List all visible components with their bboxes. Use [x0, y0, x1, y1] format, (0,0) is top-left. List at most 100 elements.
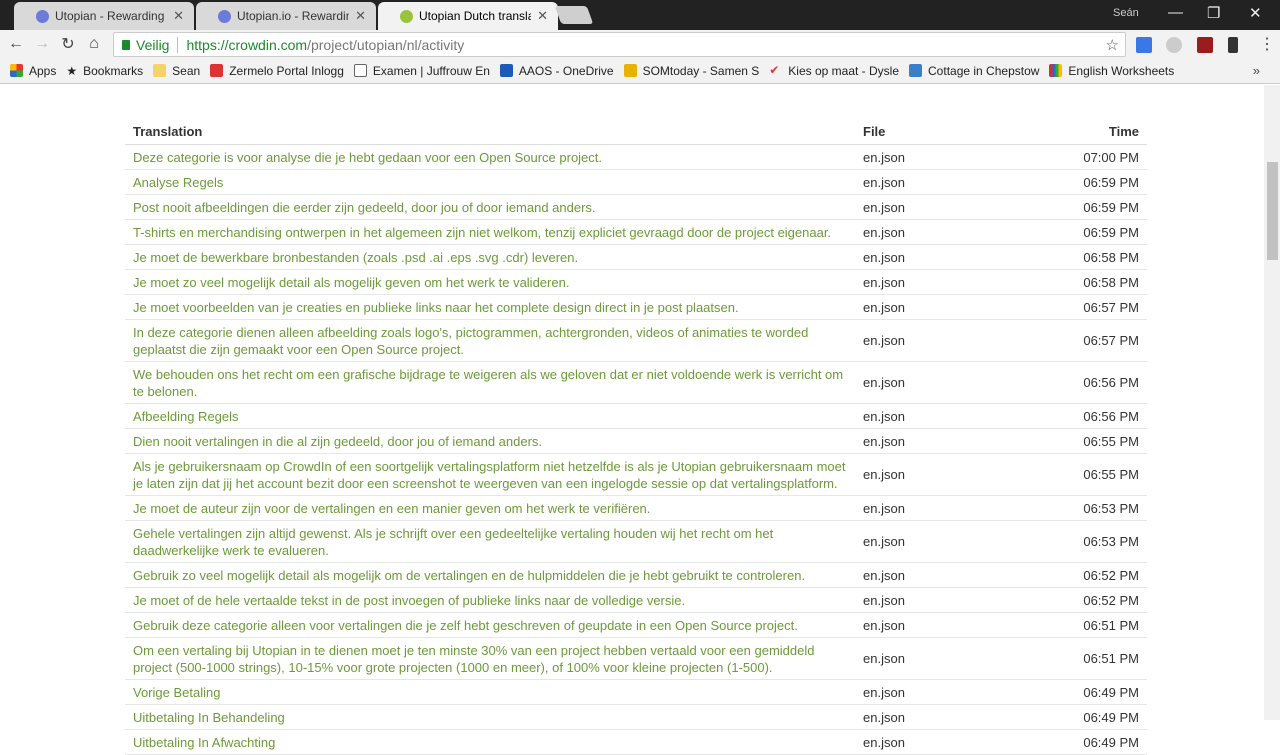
minimize-icon[interactable]: —: [1168, 4, 1183, 21]
url-host: https://crowdin.com: [186, 36, 308, 53]
translation-link[interactable]: Deze categorie is voor analyse die je he…: [125, 144, 855, 170]
translation-link[interactable]: Je moet de auteur zijn voor de vertaling…: [125, 495, 855, 521]
time-cell: 06:49 PM: [1005, 729, 1147, 755]
scrollbar-thumb[interactable]: [1267, 162, 1278, 260]
reload-icon[interactable]: ↻: [55, 34, 81, 54]
table-row: Je moet de bewerkbare bronbestanden (zoa…: [125, 244, 1147, 270]
url-path: /project/utopian/nl/activity: [307, 36, 465, 53]
close-window-icon[interactable]: ✕: [1249, 4, 1262, 22]
bookmark-onedrive[interactable]: AAOS - OneDrive: [499, 64, 614, 78]
bookmark-star-icon[interactable]: ☆: [1106, 36, 1119, 54]
restore-icon[interactable]: ❐: [1207, 4, 1220, 22]
bookmark-apps[interactable]: Apps: [10, 64, 56, 78]
menu-icon[interactable]: ⋮: [1254, 34, 1280, 54]
drive-extension-icon[interactable]: [1166, 37, 1182, 53]
close-tab-icon[interactable]: ✕: [355, 8, 366, 24]
translation-link[interactable]: In deze categorie dienen alleen afbeeldi…: [125, 319, 855, 362]
bookmark-somtoday[interactable]: SOMtoday - Samen S: [623, 64, 759, 78]
translation-link[interactable]: We behouden ons het recht om een grafisc…: [125, 361, 855, 404]
bookmark-english-worksheets[interactable]: English Worksheets: [1049, 64, 1174, 78]
close-tab-icon[interactable]: ✕: [537, 8, 548, 24]
divider: [177, 36, 179, 53]
home-icon[interactable]: ⌂: [81, 35, 107, 53]
somtoday-icon: [623, 64, 637, 77]
table-row: Deze categorie is voor analyse die je he…: [125, 144, 1147, 170]
time-cell: 06:59 PM: [1005, 219, 1147, 245]
file-name: en.json: [855, 562, 1005, 588]
header-file: File: [855, 119, 1005, 145]
phone-extension-icon[interactable]: [1228, 37, 1238, 53]
file-name: en.json: [855, 269, 1005, 295]
lock-icon: [122, 39, 130, 50]
file-name: en.json: [855, 319, 1005, 362]
tab-bar: Utopian - Rewarding Op✕ Utopian.io - Rew…: [0, 0, 1280, 30]
translation-link[interactable]: Gebruik zo veel mogelijk detail als moge…: [125, 562, 855, 588]
address-bar[interactable]: Veilig https://crowdin.com/project/utopi…: [113, 32, 1126, 57]
bookmark-bookmarks[interactable]: ★ Bookmarks: [66, 64, 143, 78]
bookmark-cottage[interactable]: Cottage in Chepstow: [909, 64, 1039, 78]
utopian-favicon-icon: [36, 9, 49, 23]
page-icon: [353, 64, 367, 77]
star-icon: ★: [66, 63, 78, 78]
translation-link[interactable]: Gehele vertalingen zijn altijd gewenst. …: [125, 520, 855, 563]
time-cell: 06:57 PM: [1005, 294, 1147, 320]
file-name: en.json: [855, 637, 1005, 680]
more-bookmarks-icon[interactable]: »: [1253, 63, 1260, 78]
file-name: en.json: [855, 495, 1005, 521]
table-row: Vorige Betaling en.json 06:49 PM: [125, 679, 1147, 705]
table-row: Dien nooit vertalingen in die al zijn ge…: [125, 428, 1147, 454]
translation-link[interactable]: Analyse Regels: [125, 169, 855, 195]
tab-utopian-io[interactable]: Utopian.io - Rewarding C✕: [196, 2, 376, 30]
translation-link[interactable]: T-shirts en merchandising ontwerpen in h…: [125, 219, 855, 245]
bookmark-examen[interactable]: Examen | Juffrouw En: [353, 64, 490, 78]
utopian-favicon-icon: [218, 9, 231, 23]
zermelo-icon: [210, 64, 224, 77]
translation-link[interactable]: Afbeelding Regels: [125, 403, 855, 429]
bookmark-kies-op-maat[interactable]: ✔ Kies op maat - Dysle: [769, 64, 899, 78]
translation-link[interactable]: Je moet voorbeelden van je creaties en p…: [125, 294, 855, 320]
profile-name[interactable]: Seán: [1113, 7, 1139, 19]
table-row: Uitbetaling In Afwachting en.json 06:49 PM: [125, 729, 1147, 755]
ublock-icon[interactable]: [1197, 37, 1213, 53]
secure-label: Veilig: [136, 36, 170, 53]
time-cell: 07:00 PM: [1005, 144, 1147, 170]
table-row: Gehele vertalingen zijn altijd gewenst. …: [125, 520, 1147, 563]
translation-link[interactable]: Om een vertaling bij Utopian in te diene…: [125, 637, 855, 680]
translation-link[interactable]: Uitbetaling In Afwachting: [125, 729, 855, 755]
table-row: Als je gebruikersnaam op CrowdIn of een …: [125, 453, 1147, 496]
time-cell: 06:59 PM: [1005, 194, 1147, 220]
file-name: en.json: [855, 144, 1005, 170]
translation-link[interactable]: Gebruik deze categorie alleen voor verta…: [125, 612, 855, 638]
file-name: en.json: [855, 294, 1005, 320]
bookmark-sean[interactable]: Sean: [153, 64, 200, 78]
translation-link[interactable]: Uitbetaling In Behandeling: [125, 704, 855, 730]
translation-link[interactable]: Je moet of de hele vertaalde tekst in de…: [125, 587, 855, 613]
translation-link[interactable]: Als je gebruikersnaam op CrowdIn of een …: [125, 453, 855, 496]
close-tab-icon[interactable]: ✕: [173, 8, 184, 24]
house-icon: [909, 64, 923, 77]
translation-link[interactable]: Dien nooit vertalingen in die al zijn ge…: [125, 428, 855, 454]
onedrive-icon: [499, 64, 513, 77]
file-name: en.json: [855, 169, 1005, 195]
time-cell: 06:49 PM: [1005, 679, 1147, 705]
translation-link[interactable]: Post nooit afbeeldingen die eerder zijn …: [125, 194, 855, 220]
crowdin-favicon-icon: [400, 9, 413, 23]
file-name: en.json: [855, 612, 1005, 638]
translation-link[interactable]: Vorige Betaling: [125, 679, 855, 705]
translation-link[interactable]: Je moet zo veel mogelijk detail als moge…: [125, 269, 855, 295]
table-row: We behouden ons het recht om een grafisc…: [125, 361, 1147, 404]
time-cell: 06:56 PM: [1005, 403, 1147, 429]
back-icon[interactable]: ←: [3, 35, 29, 53]
scrollbar[interactable]: [1264, 85, 1280, 720]
tab-utopian-dutch-translation[interactable]: Utopian Dutch translatio✕: [378, 2, 558, 30]
time-cell: 06:51 PM: [1005, 612, 1147, 638]
new-tab-button[interactable]: [554, 6, 594, 24]
forward-icon[interactable]: →: [29, 35, 55, 53]
tab-utopian-rewarding[interactable]: Utopian - Rewarding Op✕: [14, 2, 194, 30]
time-cell: 06:49 PM: [1005, 704, 1147, 730]
translation-link[interactable]: Je moet de bewerkbare bronbestanden (zoa…: [125, 244, 855, 270]
bookmark-zermelo[interactable]: Zermelo Portal Inlogg: [210, 64, 344, 78]
extension-2d-icon[interactable]: [1136, 37, 1152, 53]
check-icon: ✔: [769, 63, 780, 77]
time-cell: 06:52 PM: [1005, 587, 1147, 613]
